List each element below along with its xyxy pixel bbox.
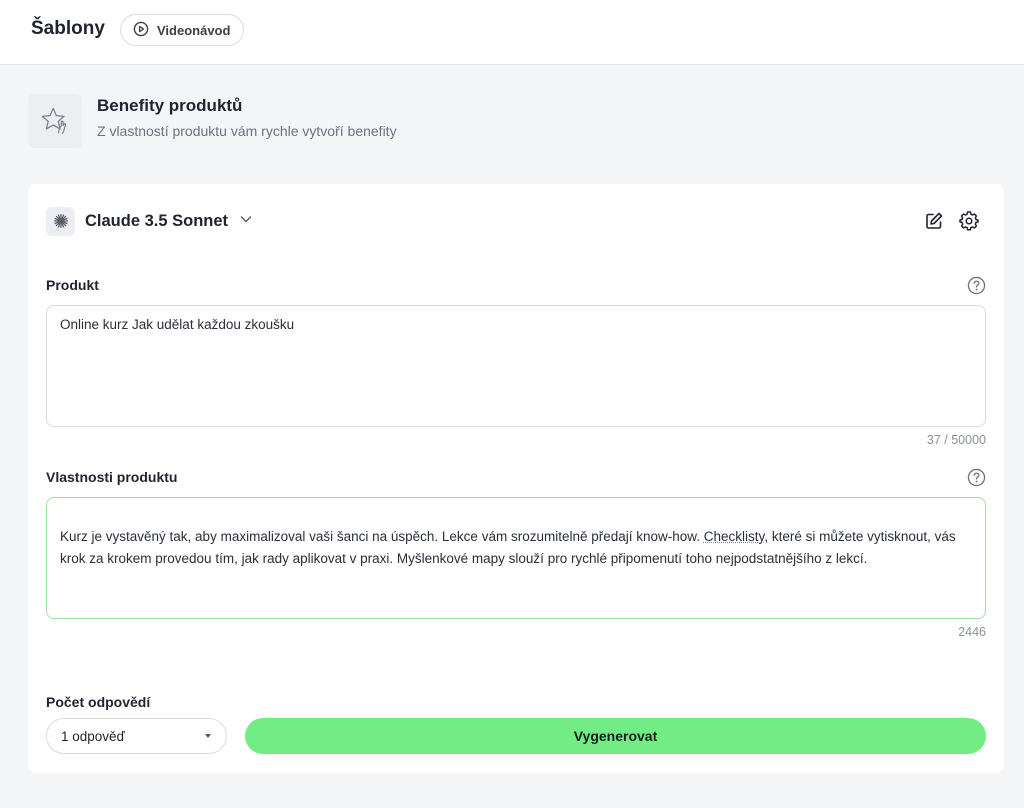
properties-text-part: Kurz je vystavěný tak, aby maximalizoval… [60, 529, 704, 544]
help-icon[interactable] [967, 468, 986, 487]
video-tutorial-button[interactable]: Videonávod [120, 14, 244, 46]
model-selector[interactable]: Claude 3.5 Sonnet [46, 206, 252, 236]
model-name: Claude 3.5 Sonnet [85, 211, 229, 230]
template-form-card: Claude 3.5 Sonnet Produkt Online kurz Ja… [28, 184, 1004, 773]
product-textarea[interactable]: Online kurz Jak udělat každou zkoušku [46, 305, 986, 427]
caret-down-icon [205, 734, 211, 738]
product-properties-label: Vlastnosti produktu [46, 469, 178, 485]
product-properties-textarea[interactable]: Kurz je vystavěný tak, aby maximalizoval… [46, 497, 986, 619]
product-label: Produkt [46, 277, 99, 293]
answers-count-value: 1 odpověď [61, 728, 125, 744]
top-bar: Šablony Videonávod [0, 0, 1024, 65]
answers-count-select[interactable]: 1 odpověď [46, 718, 227, 754]
gear-icon[interactable] [959, 211, 979, 231]
video-tutorial-label: Videonávod [157, 22, 231, 38]
chevron-down-icon [238, 212, 252, 230]
properties-char-counter: 2446 [958, 625, 986, 639]
template-title: Benefity produktů [97, 96, 243, 115]
help-icon[interactable] [967, 276, 986, 295]
edit-icon[interactable] [924, 211, 944, 231]
spellcheck-flagged-word: Checklisty [703, 529, 765, 544]
answers-count-label: Počet odpovědí [46, 694, 151, 710]
page-title: Šablony [31, 18, 105, 39]
generate-button[interactable]: Vygenerovat [245, 718, 986, 754]
star-hand-icon [28, 94, 82, 148]
claude-logo-icon [46, 206, 75, 236]
play-circle-icon [133, 21, 149, 40]
product-char-counter: 37 / 50000 [926, 433, 986, 447]
template-subtitle: Z vlastností produktu vám rychle vytvoří… [97, 123, 397, 139]
